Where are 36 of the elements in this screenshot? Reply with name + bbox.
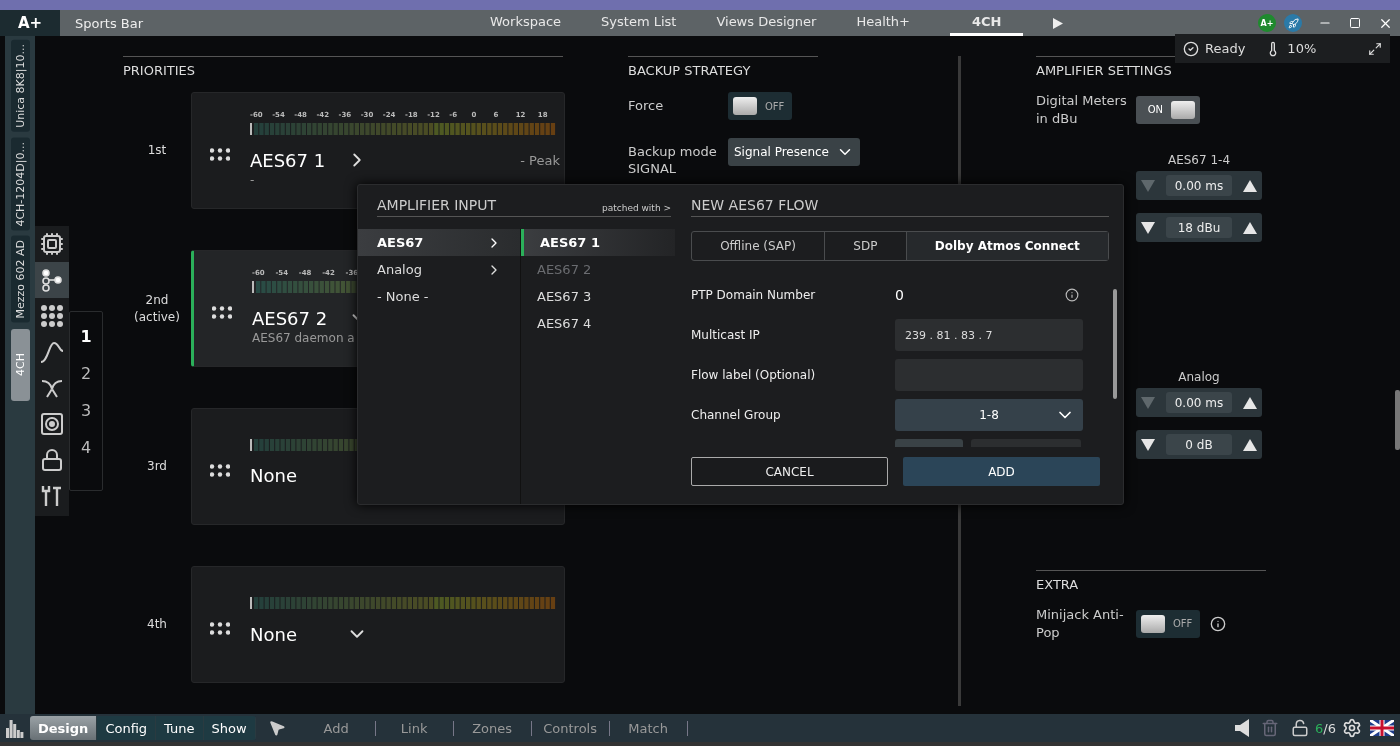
field-label: SIGNAL <box>628 160 678 178</box>
section-heading: PRIORITIES <box>123 56 563 78</box>
field-label: Digital Meters in dBu <box>1036 92 1128 128</box>
stepper-value: 0.00 ms <box>1166 175 1232 197</box>
field-label: Minijack Anti-Pop <box>1036 606 1125 642</box>
form-label: Flow label (Optional) <box>691 368 817 382</box>
priority-rank: 3rd <box>146 458 168 475</box>
form-label: Multicast IP <box>691 328 761 342</box>
field-label: Force <box>628 97 665 115</box>
project-title: Sports Bar <box>75 15 145 31</box>
form-label: Channel Group <box>691 408 782 422</box>
stepper-value: 0 dB <box>1166 434 1232 456</box>
section-heading: EXTRA <box>1036 570 1266 593</box>
form-label: PTP Domain Number <box>691 288 817 302</box>
panel-title: NEW AES67 FLOW <box>691 197 819 213</box>
priority-rank: 4th <box>146 616 168 633</box>
temperature-text: 10% <box>1287 41 1317 56</box>
source-detail: AES67 daemon a <box>252 331 356 345</box>
group-title: AES67 1-4 <box>1166 153 1232 168</box>
priority-rank: 2nd (active) <box>133 291 181 326</box>
source-name: None <box>250 623 298 645</box>
peak-label: - Peak <box>520 152 560 168</box>
section-heading: BACKUP STRATEGY <box>628 56 818 78</box>
stepper-value: 18 dBu <box>1166 217 1232 239</box>
online-counter: 6/6 <box>1315 720 1336 736</box>
priority-rank: 1st <box>146 142 168 159</box>
field-label: Backup mode <box>628 143 718 161</box>
group-title: Analog <box>1177 370 1221 385</box>
source-name: AES67 2 <box>252 307 329 329</box>
status-text: Ready <box>1205 41 1246 56</box>
source-name: None <box>250 465 298 486</box>
field-value: 0 <box>895 287 905 303</box>
source-name: AES67 1 <box>250 149 327 171</box>
source-detail: - <box>250 173 256 187</box>
stepper-value: 0.00 ms <box>1166 392 1232 414</box>
app-logo: A+ <box>0 10 60 36</box>
